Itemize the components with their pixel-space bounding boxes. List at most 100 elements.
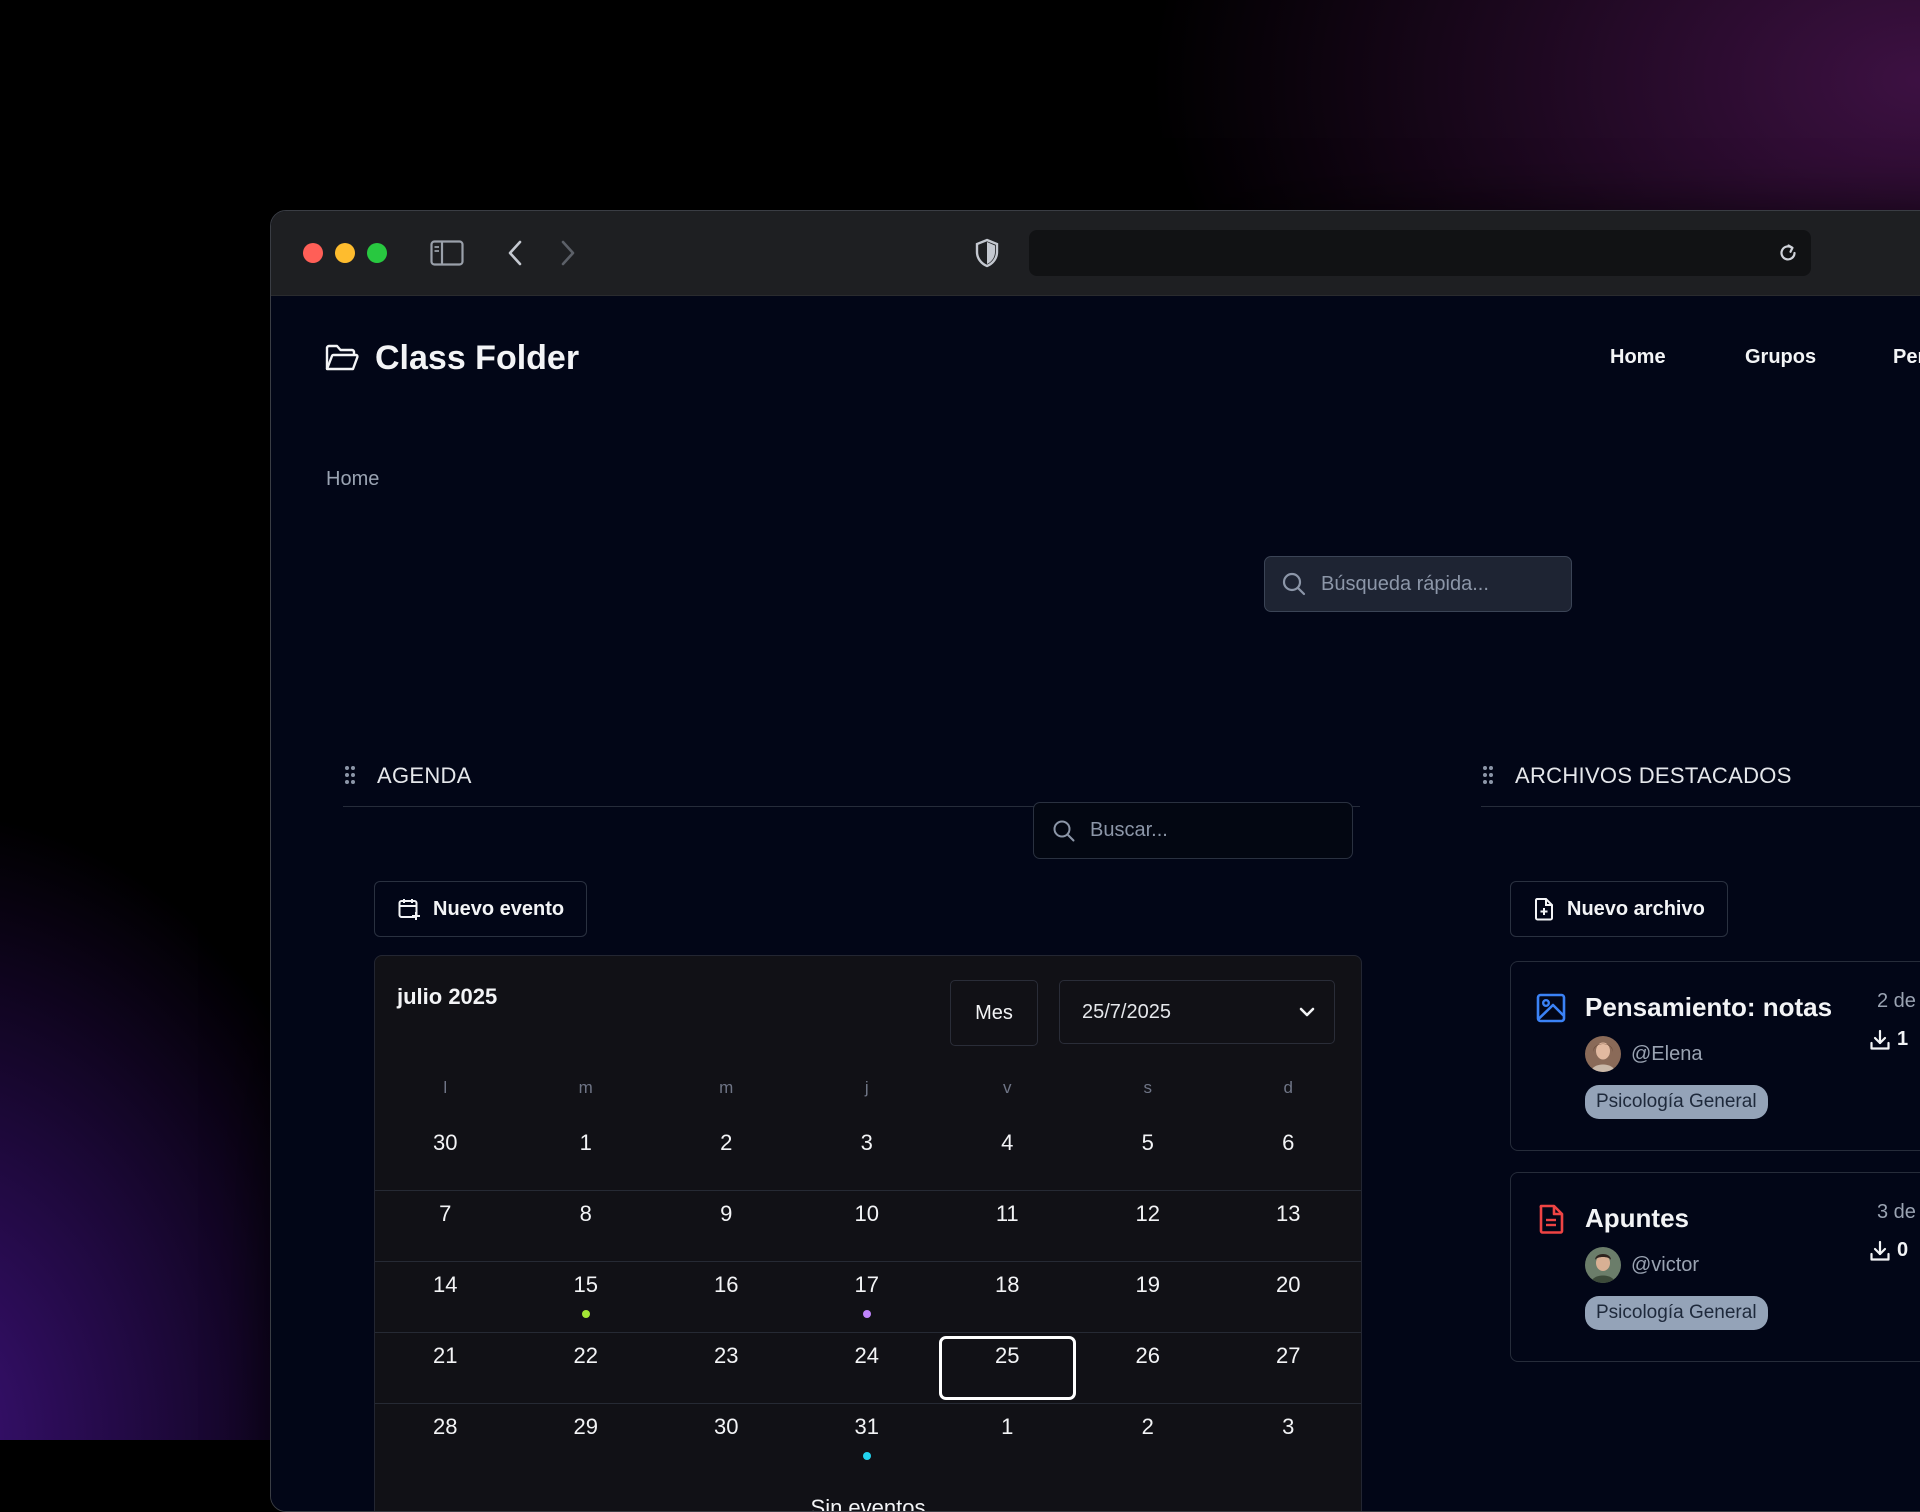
file-card[interactable]: Pensamiento: notas @Elena Psicología Gen…	[1510, 961, 1920, 1151]
calendar-day[interactable]: 18	[937, 1262, 1078, 1332]
forward-arrow-icon[interactable]	[547, 233, 587, 273]
download-count: 1	[1897, 1028, 1909, 1050]
maximize-window-button[interactable]	[367, 243, 387, 263]
calendar-day[interactable]: 20	[1218, 1262, 1359, 1332]
agenda-title: AGENDA	[377, 763, 472, 788]
calendar-date-select[interactable]: 25/7/2025	[1059, 980, 1335, 1044]
calendar-week: 28 29 30 31 1 2 3	[375, 1404, 1361, 1474]
calendar-day[interactable]: 15	[516, 1262, 657, 1332]
event-dot	[581, 1310, 590, 1318]
calendar-day[interactable]: 10	[797, 1191, 938, 1261]
file-author-name: @victor	[1631, 1253, 1700, 1276]
calendar-day[interactable]: 1	[937, 1404, 1078, 1474]
event-dot	[862, 1452, 871, 1460]
file-download-count[interactable]: 1	[1869, 1028, 1908, 1051]
nav-perfil[interactable]: Per	[1893, 346, 1920, 369]
address-bar[interactable]	[1029, 230, 1811, 276]
drag-handle-icon[interactable]	[1481, 764, 1495, 786]
calendar-day[interactable]: 29	[516, 1404, 657, 1474]
calendar-day[interactable]: 1	[516, 1120, 657, 1190]
calendar-week: 21 22 23 24 25 26 27	[375, 1333, 1361, 1404]
calendar-view-label: Mes	[975, 1001, 1013, 1024]
quick-search-placeholder: Búsqueda rápida...	[1321, 572, 1489, 595]
agenda-search-input[interactable]: Buscar...	[1033, 802, 1353, 859]
file-author[interactable]: @victor	[1585, 1247, 1699, 1283]
calendar-day[interactable]: 30	[375, 1120, 516, 1190]
new-event-label: Nuevo evento	[433, 897, 565, 920]
browser-window: Class Folder Home Grupos Per Home Búsque…	[270, 210, 1920, 1512]
calendar-day[interactable]: 9	[656, 1191, 797, 1261]
calendar-day[interactable]: 11	[937, 1191, 1078, 1261]
calendar-day[interactable]: 12	[1078, 1191, 1219, 1261]
calendar-day[interactable]: 5	[1078, 1120, 1219, 1190]
download-count: 0	[1897, 1239, 1909, 1261]
calendar-day[interactable]: 16	[656, 1262, 797, 1332]
calendar-day[interactable]: 21	[375, 1333, 516, 1403]
file-author[interactable]: @Elena	[1585, 1036, 1702, 1072]
calendar-view-button[interactable]: Mes	[950, 980, 1038, 1046]
calendar-day[interactable]: 19	[1078, 1262, 1219, 1332]
document-icon	[1539, 1204, 1564, 1234]
file-author-name: @Elena	[1631, 1042, 1703, 1065]
minimize-window-button[interactable]	[335, 243, 355, 263]
sidebar-toggle-icon[interactable]	[427, 233, 467, 273]
calendar-day[interactable]: 26	[1078, 1333, 1219, 1403]
calendar-day[interactable]: 4	[937, 1120, 1078, 1190]
files-title: ARCHIVOS DESTACADOS	[1515, 763, 1792, 788]
subject-tag[interactable]: Psicología General	[1585, 1085, 1768, 1119]
file-download-count[interactable]: 0	[1869, 1239, 1908, 1262]
calendar-day[interactable]: 3	[1218, 1404, 1359, 1474]
app-brand[interactable]: Class Folder	[325, 336, 579, 380]
calendar-day[interactable]: 28	[375, 1404, 516, 1474]
weekday-label: s	[1143, 1078, 1153, 1097]
quick-search-input[interactable]: Búsqueda rápida...	[1264, 556, 1572, 612]
file-title: Apuntes	[1585, 1203, 1689, 1233]
file-card[interactable]: Apuntes @victor Psicología General 3 de …	[1510, 1172, 1920, 1362]
calendar-day[interactable]: 31	[797, 1404, 938, 1474]
calendar-day[interactable]: 2	[1078, 1404, 1219, 1474]
calendar-day[interactable]: 6	[1218, 1120, 1359, 1190]
files-header: ARCHIVOS DESTACADOS	[1481, 746, 1920, 807]
browser-toolbar	[271, 211, 1920, 296]
no-events-label: Sin eventos	[810, 1495, 926, 1512]
nav-grupos[interactable]: Grupos	[1745, 346, 1816, 369]
chevron-down-icon	[1299, 1007, 1315, 1017]
calendar-day[interactable]: 8	[516, 1191, 657, 1261]
calendar-day[interactable]: 22	[516, 1333, 657, 1403]
search-icon	[1053, 820, 1075, 841]
app-title: Class Folder	[375, 338, 580, 377]
calendar-day[interactable]: 13	[1218, 1191, 1359, 1261]
calendar-day-number: 15	[573, 1272, 598, 1297]
calendar-day[interactable]: 23	[656, 1333, 797, 1403]
new-event-button[interactable]: Nuevo evento	[374, 881, 588, 937]
calendar-day[interactable]: 30	[656, 1404, 797, 1474]
shield-icon[interactable]	[967, 233, 1007, 273]
calendar-day[interactable]: 14	[375, 1262, 516, 1332]
weekday-label: m	[719, 1078, 734, 1097]
calendar-week: 14 15 16 17 18 19 20	[375, 1262, 1361, 1333]
new-file-button[interactable]: Nuevo archivo	[1510, 881, 1728, 937]
calendar-weekdays: l m m j v s d	[375, 1078, 1361, 1098]
file-title: Pensamiento: notas	[1585, 992, 1833, 1022]
breadcrumb[interactable]: Home	[326, 468, 379, 491]
close-window-button[interactable]	[303, 243, 323, 263]
avatar	[1585, 1036, 1621, 1072]
subject-tag[interactable]: Psicología General	[1585, 1296, 1768, 1330]
calendar-day[interactable]: 7	[375, 1191, 516, 1261]
weekday-label: l	[443, 1078, 448, 1097]
calendar-day[interactable]: 3	[797, 1120, 938, 1190]
nav-home[interactable]: Home	[1610, 346, 1666, 369]
calendar-day[interactable]: 24	[797, 1333, 938, 1403]
calendar-month-title: julio 2025	[397, 984, 498, 1009]
calendar-day[interactable]: 2	[656, 1120, 797, 1190]
back-arrow-icon[interactable]	[496, 233, 536, 273]
new-file-label: Nuevo archivo	[1567, 897, 1705, 920]
calendar-day[interactable]: 17	[797, 1262, 938, 1332]
reload-icon[interactable]	[1773, 238, 1803, 268]
calendar-day-today[interactable]: 25	[937, 1333, 1078, 1403]
weekday-label: m	[578, 1078, 593, 1097]
drag-handle-icon[interactable]	[343, 764, 357, 786]
page-content: Class Folder Home Grupos Per Home Búsque…	[271, 296, 1920, 1511]
download-icon	[1870, 1240, 1890, 1261]
calendar-day[interactable]: 27	[1218, 1333, 1359, 1403]
